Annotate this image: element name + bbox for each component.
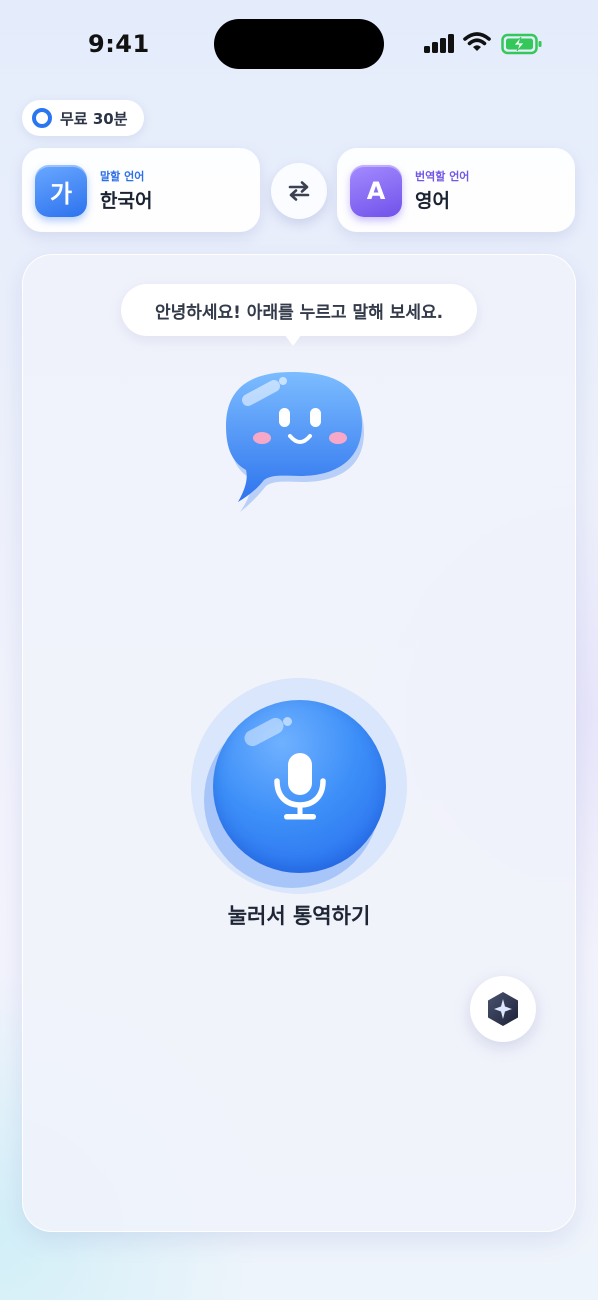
target-language-caption: 번역할 언어: [415, 170, 470, 183]
record-mic-button[interactable]: [213, 700, 386, 873]
free-minutes-badge[interactable]: 무료 30분: [22, 100, 144, 136]
cellular-signal-icon: [424, 33, 456, 53]
greeting-bubble: 안녕하세요! 아래를 누르고 말해 보세요.: [121, 284, 477, 336]
battery-charging-icon: [501, 33, 542, 55]
target-language-card[interactable]: A 번역할 언어 영어: [337, 148, 575, 232]
chat-bubble-mascot-icon: [226, 372, 364, 512]
ai-assistant-button[interactable]: [470, 976, 536, 1042]
latin-letter-icon: A: [350, 165, 402, 217]
source-language-name: 한국어: [100, 190, 153, 212]
source-language-card[interactable]: 가 말할 언어 한국어: [22, 148, 260, 232]
free-minutes-label: 무료 30분: [60, 109, 128, 128]
sparkle-hexagon-icon: [488, 992, 518, 1026]
target-language-name: 영어: [415, 190, 450, 212]
microphone-icon: [273, 752, 326, 819]
mic-button-label: 눌러서 통역하기: [227, 904, 371, 928]
swap-languages-button[interactable]: [271, 163, 327, 219]
source-language-caption: 말할 언어: [100, 170, 145, 183]
swap-arrows-icon: [288, 181, 310, 201]
ring-icon: [32, 108, 52, 128]
status-time: 9:41: [88, 30, 150, 58]
mic-gloss-dot: [283, 717, 292, 726]
status-bar: 9:41: [0, 0, 598, 90]
mic-gloss: [241, 715, 287, 749]
korean-letter-icon: 가: [35, 165, 87, 217]
greeting-bubble-tail: [284, 334, 302, 346]
dynamic-island: [214, 19, 384, 69]
wifi-icon: [463, 32, 491, 51]
